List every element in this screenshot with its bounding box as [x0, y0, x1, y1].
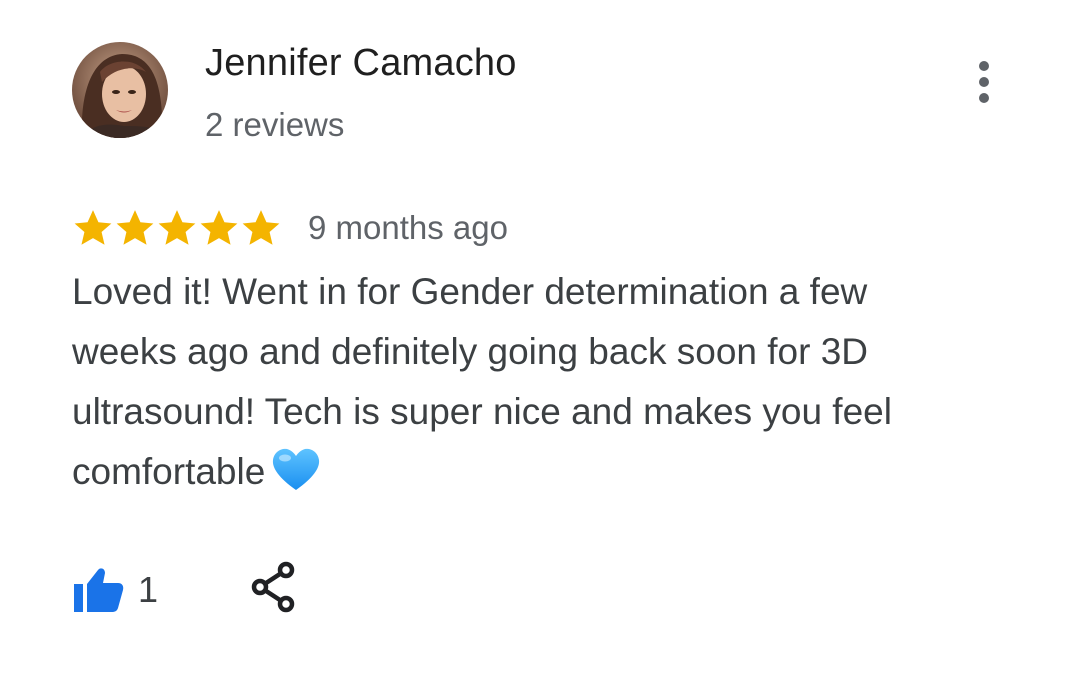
thumbs-up-icon — [74, 568, 124, 612]
more-options-button[interactable] — [962, 58, 1006, 106]
star-icon — [242, 210, 280, 245]
star-rating — [72, 207, 282, 249]
rating-row: 9 months ago — [72, 202, 508, 254]
author-name[interactable]: Jennifer Camacho — [205, 42, 517, 85]
blue-heart-emoji-icon — [273, 448, 320, 490]
star-icon — [116, 210, 154, 245]
review-card: Jennifer Camacho 2 reviews 9 months ago … — [0, 0, 1080, 679]
star-icon — [200, 210, 238, 245]
star-icon — [158, 210, 196, 245]
author-review-count: 2 reviews — [205, 106, 345, 143]
star-icon — [74, 210, 112, 245]
review-text: Loved it! Went in for Gender determinati… — [72, 271, 892, 492]
more-vert-icon — [979, 61, 989, 103]
review-body: Loved it! Went in for Gender determinati… — [72, 262, 972, 502]
avatar[interactable] — [72, 42, 168, 138]
share-icon — [251, 561, 295, 613]
like-button[interactable]: 1 — [72, 566, 158, 614]
share-button[interactable] — [248, 560, 300, 614]
like-count: 1 — [138, 569, 159, 610]
review-timestamp: 9 months ago — [308, 209, 508, 246]
avatar-photo-icon — [72, 42, 168, 138]
